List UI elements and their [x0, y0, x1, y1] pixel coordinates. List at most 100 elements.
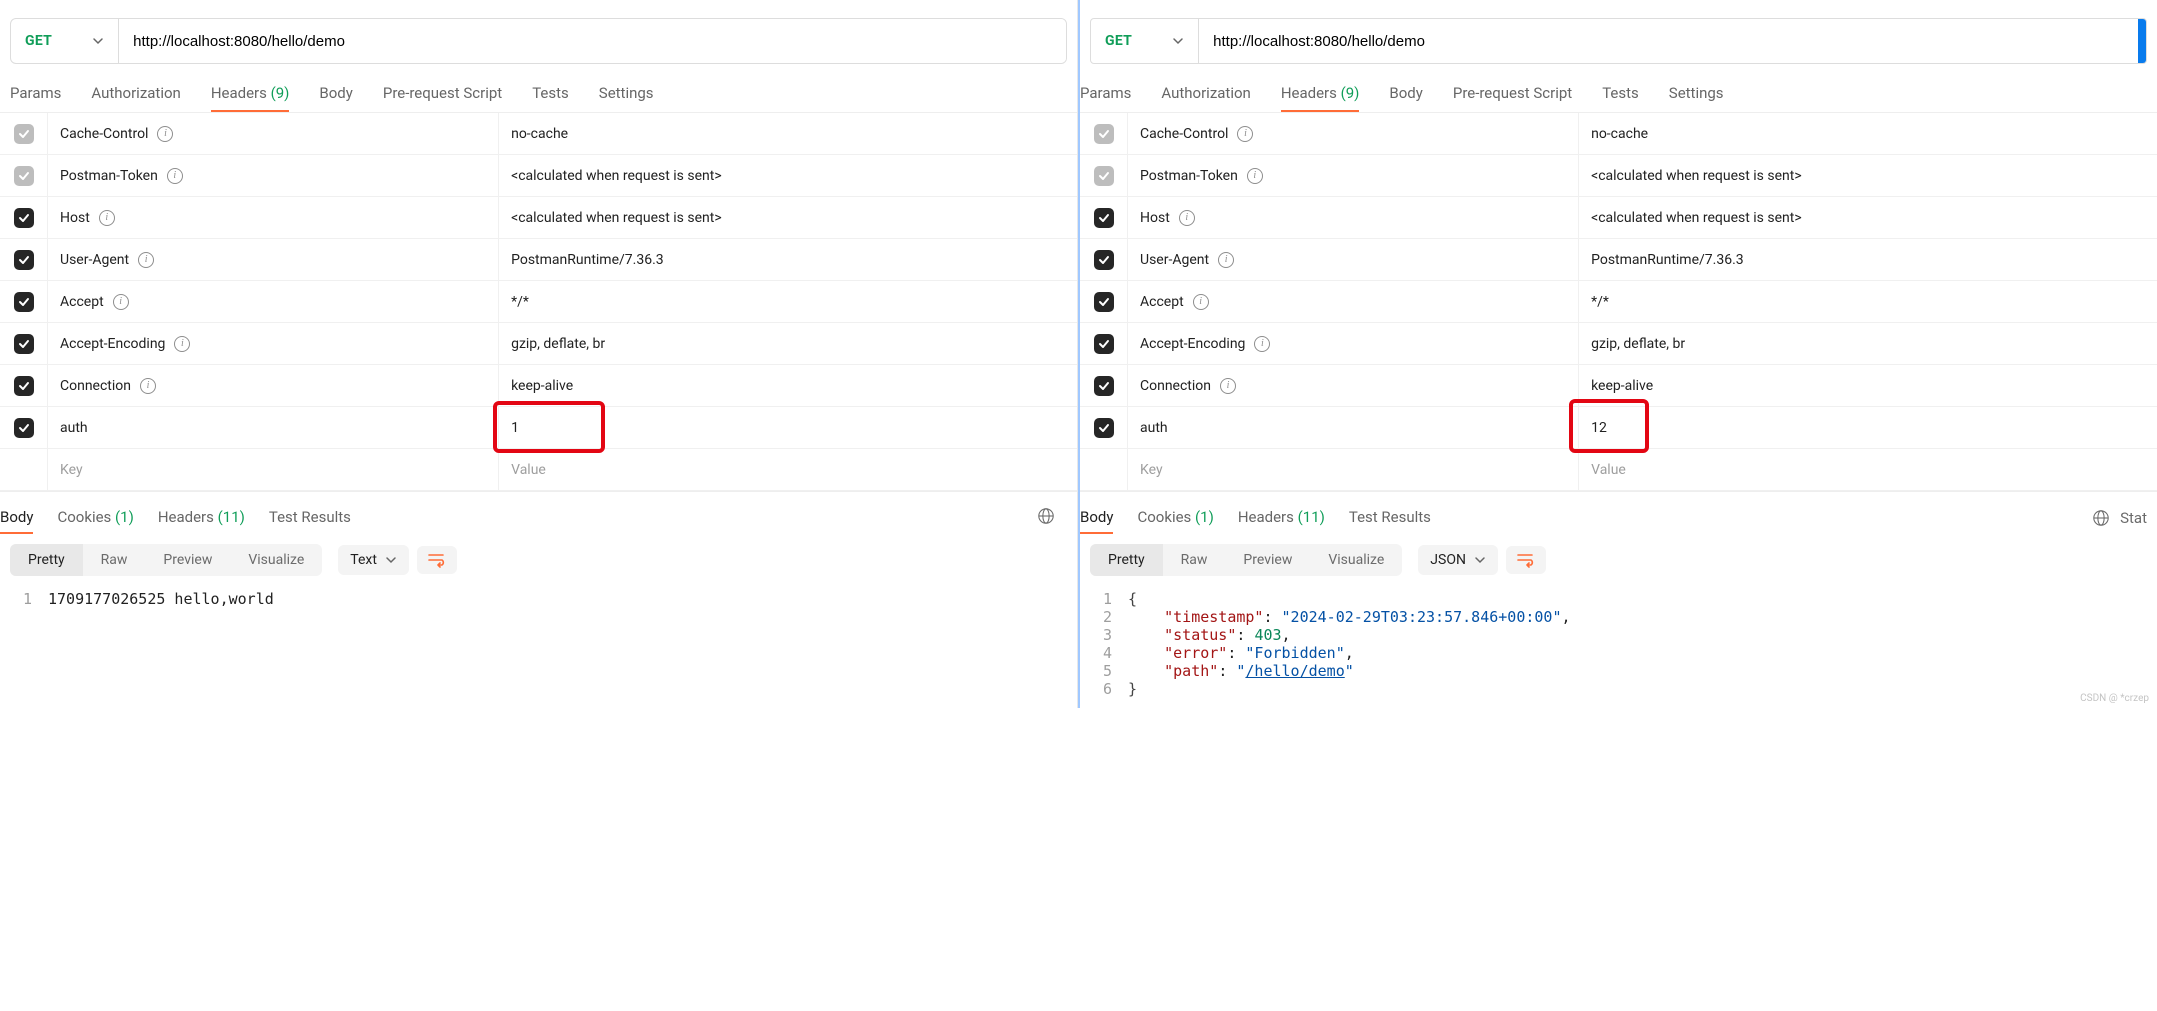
header-value[interactable]: no-cache: [499, 113, 1077, 154]
header-key[interactable]: User-Agenti: [1128, 239, 1579, 280]
info-icon[interactable]: i: [1220, 378, 1236, 394]
header-value[interactable]: no-cache: [1579, 113, 2157, 154]
url-input[interactable]: [119, 19, 1066, 63]
response-body-left[interactable]: 11709177026525 hello,world: [0, 586, 1077, 618]
header-key-input[interactable]: Key: [1128, 449, 1579, 490]
header-checkbox[interactable]: [14, 250, 34, 270]
globe-icon[interactable]: [1037, 507, 1055, 529]
info-icon[interactable]: i: [113, 294, 129, 310]
response-tab-test-results[interactable]: Test Results: [269, 502, 351, 534]
header-key[interactable]: Cache-Controli: [1128, 113, 1579, 154]
header-key[interactable]: Cache-Controli: [48, 113, 499, 154]
header-key[interactable]: Hosti: [1128, 197, 1579, 238]
response-tab-headers[interactable]: Headers (11): [158, 502, 245, 534]
info-icon[interactable]: i: [138, 252, 154, 268]
tab-body[interactable]: Body: [319, 76, 352, 112]
view-tab-raw[interactable]: Raw: [83, 544, 146, 576]
header-value[interactable]: */*: [499, 281, 1077, 322]
info-icon[interactable]: i: [1247, 168, 1263, 184]
header-key[interactable]: User-Agenti: [48, 239, 499, 280]
header-value[interactable]: gzip, deflate, br: [1579, 323, 2157, 364]
info-icon[interactable]: i: [1254, 336, 1270, 352]
view-tab-visualize[interactable]: Visualize: [230, 544, 322, 576]
tab-headers[interactable]: Headers (9): [1281, 76, 1360, 112]
info-icon[interactable]: i: [174, 336, 190, 352]
header-value[interactable]: <calculated when request is sent>: [499, 155, 1077, 196]
tab-params[interactable]: Params: [1080, 76, 1131, 112]
header-key[interactable]: Accepti: [1128, 281, 1579, 322]
tab-pre-request-script[interactable]: Pre-request Script: [1453, 76, 1572, 112]
header-key-input[interactable]: Key: [48, 449, 499, 490]
response-tab-body[interactable]: Body: [1080, 502, 1113, 534]
info-icon[interactable]: i: [167, 168, 183, 184]
response-tab-test-results[interactable]: Test Results: [1349, 502, 1431, 534]
header-value[interactable]: PostmanRuntime/7.36.3: [499, 239, 1077, 280]
header-value[interactable]: keep-alive: [499, 365, 1077, 406]
header-checkbox[interactable]: [14, 292, 34, 312]
header-value[interactable]: keep-alive: [1579, 365, 2157, 406]
view-tab-raw[interactable]: Raw: [1163, 544, 1226, 576]
response-body-right[interactable]: 1{2 "timestamp": "2024-02-29T03:23:57.84…: [1080, 586, 2157, 708]
url-input[interactable]: [1199, 19, 2138, 63]
info-icon[interactable]: i: [1218, 252, 1234, 268]
tab-body[interactable]: Body: [1389, 76, 1422, 112]
globe-icon[interactable]: [2092, 509, 2110, 527]
http-method-select[interactable]: GET: [11, 19, 119, 63]
header-value[interactable]: <calculated when request is sent>: [499, 197, 1077, 238]
header-checkbox[interactable]: [1094, 250, 1114, 270]
header-key[interactable]: Connectioni: [1128, 365, 1579, 406]
header-key[interactable]: Postman-Tokeni: [48, 155, 499, 196]
tab-headers[interactable]: Headers (9): [211, 76, 290, 112]
send-button[interactable]: [2138, 19, 2146, 63]
format-select[interactable]: JSON: [1418, 545, 1498, 575]
view-tab-pretty[interactable]: Pretty: [10, 544, 83, 576]
http-method-select[interactable]: GET: [1091, 19, 1199, 63]
wrap-lines-button[interactable]: [417, 546, 457, 574]
header-checkbox[interactable]: [1094, 208, 1114, 228]
info-icon[interactable]: i: [1179, 210, 1195, 226]
response-tab-headers[interactable]: Headers (11): [1238, 502, 1325, 534]
header-key[interactable]: Accepti: [48, 281, 499, 322]
header-key[interactable]: Postman-Tokeni: [1128, 155, 1579, 196]
tab-params[interactable]: Params: [10, 76, 61, 112]
tab-settings[interactable]: Settings: [599, 76, 654, 112]
header-value[interactable]: PostmanRuntime/7.36.3: [1579, 239, 2157, 280]
header-checkbox[interactable]: [1094, 376, 1114, 396]
view-tab-preview[interactable]: Preview: [1225, 544, 1310, 576]
header-value[interactable]: */*: [1579, 281, 2157, 322]
header-value[interactable]: <calculated when request is sent>: [1579, 155, 2157, 196]
tab-authorization[interactable]: Authorization: [1161, 76, 1250, 112]
header-key[interactable]: Accept-Encodingi: [1128, 323, 1579, 364]
header-value[interactable]: <calculated when request is sent>: [1579, 197, 2157, 238]
tab-tests[interactable]: Tests: [532, 76, 569, 112]
header-checkbox[interactable]: [1094, 418, 1114, 438]
info-icon[interactable]: i: [99, 210, 115, 226]
header-checkbox[interactable]: [1094, 292, 1114, 312]
header-checkbox[interactable]: [1094, 334, 1114, 354]
header-key[interactable]: Hosti: [48, 197, 499, 238]
response-tab-body[interactable]: Body: [0, 502, 33, 534]
tab-pre-request-script[interactable]: Pre-request Script: [383, 76, 502, 112]
header-checkbox[interactable]: [14, 334, 34, 354]
header-key[interactable]: auth: [48, 407, 499, 448]
header-value[interactable]: 1: [499, 407, 1077, 448]
tab-tests[interactable]: Tests: [1602, 76, 1639, 112]
header-checkbox[interactable]: [14, 376, 34, 396]
view-tab-pretty[interactable]: Pretty: [1090, 544, 1163, 576]
header-key[interactable]: Connectioni: [48, 365, 499, 406]
view-tab-preview[interactable]: Preview: [145, 544, 230, 576]
view-tab-visualize[interactable]: Visualize: [1310, 544, 1402, 576]
response-tab-cookies[interactable]: Cookies (1): [1137, 502, 1213, 534]
header-value[interactable]: 12: [1579, 407, 2157, 448]
tab-settings[interactable]: Settings: [1669, 76, 1724, 112]
header-checkbox[interactable]: [14, 418, 34, 438]
tab-authorization[interactable]: Authorization: [91, 76, 180, 112]
wrap-lines-button[interactable]: [1506, 546, 1546, 574]
info-icon[interactable]: i: [1193, 294, 1209, 310]
format-select[interactable]: Text: [338, 545, 409, 575]
header-value-input[interactable]: Value: [499, 449, 1077, 490]
header-checkbox[interactable]: [14, 208, 34, 228]
response-tab-cookies[interactable]: Cookies (1): [57, 502, 133, 534]
header-key[interactable]: Accept-Encodingi: [48, 323, 499, 364]
info-icon[interactable]: i: [140, 378, 156, 394]
